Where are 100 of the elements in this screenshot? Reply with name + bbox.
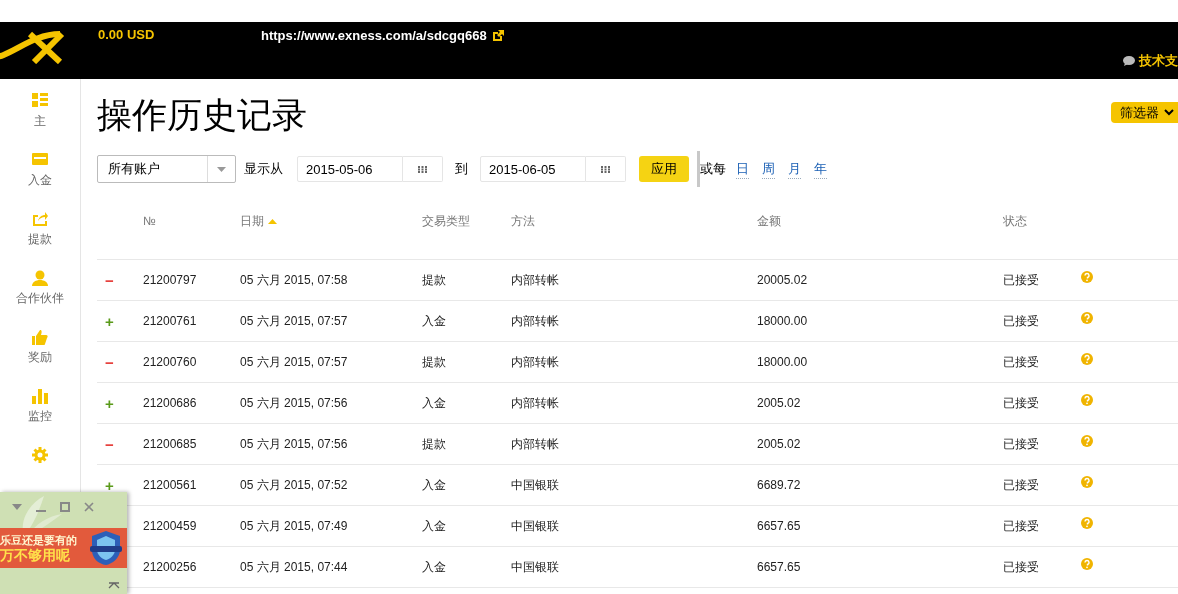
- person-icon: [32, 270, 48, 286]
- help-icon: [1081, 394, 1093, 406]
- transaction-number: 21200561: [143, 478, 197, 492]
- type-cell: 入金: [422, 560, 446, 574]
- chat-bubble-icon: [1123, 55, 1135, 66]
- method-cell: 内部转帐: [511, 437, 559, 451]
- to-label: 到: [455, 160, 468, 179]
- method-cell: 中国银联: [511, 560, 559, 574]
- amount-cell: 2005.02: [757, 437, 801, 451]
- dropdown-caret-icon: [217, 166, 226, 172]
- or-each-label: 或每: [700, 160, 726, 179]
- method-cell: 内部转帐: [511, 314, 559, 328]
- column-header[interactable]: 金额: [757, 212, 781, 230]
- type-cell: 提款: [422, 273, 446, 287]
- sign-mark: −: [105, 354, 114, 370]
- calendar-icon: [418, 165, 427, 173]
- sidebar-item[interactable]: 奖励: [5, 329, 75, 364]
- sidebar-item[interactable]: 合作伙伴: [5, 270, 75, 305]
- maximize-icon: [60, 502, 70, 512]
- shield-badge-icon: [88, 530, 124, 566]
- amount-cell: 2005.02: [757, 396, 801, 410]
- sign-mark: −: [105, 436, 114, 452]
- column-header[interactable]: 方法: [511, 212, 535, 230]
- sign-mark: +: [105, 477, 114, 493]
- amount-cell: 6657.65: [757, 519, 801, 533]
- type-cell: 入金: [422, 314, 446, 328]
- date-cell: 05 六月 2015, 07:52: [240, 478, 348, 492]
- period-link[interactable]: 年: [814, 158, 827, 180]
- chevron-up-icon: [108, 582, 120, 589]
- date-cell: 05 六月 2015, 07:58: [240, 273, 348, 287]
- period-link[interactable]: 周: [762, 158, 775, 180]
- amount-cell: 6657.65: [757, 560, 801, 574]
- status-cell: 已接受: [1003, 396, 1039, 410]
- status-cell: 已接受: [1003, 478, 1039, 492]
- status-cell: 已接受: [1003, 355, 1039, 369]
- type-cell: 入金: [422, 519, 446, 533]
- chevron-down-icon: [1164, 109, 1174, 116]
- amount-cell: 6689.72: [757, 478, 801, 492]
- type-cell: 提款: [422, 355, 446, 369]
- referral-link[interactable]: https://www.exness.com/a/sdcgq668: [261, 26, 504, 46]
- column-header[interactable]: 交易类型: [422, 212, 470, 230]
- account-dropdown[interactable]: 所有账户: [97, 155, 236, 183]
- transaction-number: 21200685: [143, 437, 197, 451]
- calendar-icon: [601, 165, 610, 173]
- period-link[interactable]: 月: [788, 158, 801, 180]
- sign-mark: +: [105, 313, 114, 329]
- sidebar-item[interactable]: 监控: [5, 388, 75, 423]
- apply-button[interactable]: 应用: [639, 156, 689, 182]
- sidebar-item[interactable]: 主: [5, 93, 75, 128]
- method-cell: 中国银联: [511, 478, 559, 492]
- sidebar-item[interactable]: 提款: [5, 211, 75, 246]
- from-label: 显示从: [244, 160, 283, 179]
- transaction-number: 21200761: [143, 314, 197, 328]
- card-icon: [32, 152, 48, 168]
- amount-cell: 18000.00: [757, 314, 808, 328]
- help-icon: [1081, 435, 1093, 447]
- filter-button[interactable]: 筛选器: [1111, 102, 1178, 123]
- date-cell: 05 六月 2015, 07:57: [240, 314, 348, 328]
- bar-chart-icon: [32, 388, 48, 404]
- page-title: 操作历史记录: [97, 94, 307, 137]
- balance-text: 0.00 USD: [98, 26, 155, 44]
- amount-cell: 18000.00: [757, 355, 808, 369]
- sign-mark: −: [105, 272, 114, 288]
- amount-cell: 20005.02: [757, 273, 808, 287]
- period-link[interactable]: 日: [736, 158, 749, 180]
- calendar-button[interactable]: [403, 156, 443, 182]
- help-icon: [1081, 271, 1093, 283]
- status-cell: 已接受: [1003, 560, 1039, 574]
- gear-icon: [32, 447, 48, 463]
- dropdown-caret-icon: [12, 504, 22, 510]
- ad-banner[interactable]: 乐豆还是要有的 万不够用呢: [0, 528, 127, 568]
- ad-text: 万不够用呢: [0, 548, 71, 563]
- from-date-field[interactable]: 2015-05-06: [297, 156, 403, 182]
- date-cell: 05 六月 2015, 07:49: [240, 519, 348, 533]
- status-cell: 已接受: [1003, 314, 1039, 328]
- method-cell: 中国银联: [511, 519, 559, 533]
- status-cell: 已接受: [1003, 519, 1039, 533]
- column-header[interactable]: 日期: [240, 212, 264, 230]
- status-cell: 已接受: [1003, 437, 1039, 451]
- calendar-button[interactable]: [586, 156, 626, 182]
- minimize-icon: [36, 510, 46, 512]
- column-header[interactable]: №: [143, 212, 156, 230]
- type-cell: 入金: [422, 478, 446, 492]
- share-icon: [32, 211, 48, 227]
- sidebar-item[interactable]: 入金: [5, 152, 75, 187]
- help-icon: [1081, 353, 1093, 365]
- transaction-number: 21200797: [143, 273, 197, 287]
- help-icon: [1081, 517, 1093, 529]
- help-icon: [1081, 476, 1093, 488]
- help-icon: [1081, 312, 1093, 324]
- method-cell: 内部转帐: [511, 355, 559, 369]
- to-date-field[interactable]: 2015-06-05: [480, 156, 586, 182]
- sign-mark: +: [105, 395, 114, 411]
- ad-text: 乐豆还是要有的: [0, 533, 78, 548]
- column-header[interactable]: 状态: [1003, 212, 1027, 230]
- support-link[interactable]: 技术支: [1123, 51, 1178, 71]
- method-cell: 内部转帐: [511, 273, 559, 287]
- transaction-number: 21200459: [143, 519, 197, 533]
- help-icon: [1081, 558, 1093, 570]
- transaction-number: 21200760: [143, 355, 197, 369]
